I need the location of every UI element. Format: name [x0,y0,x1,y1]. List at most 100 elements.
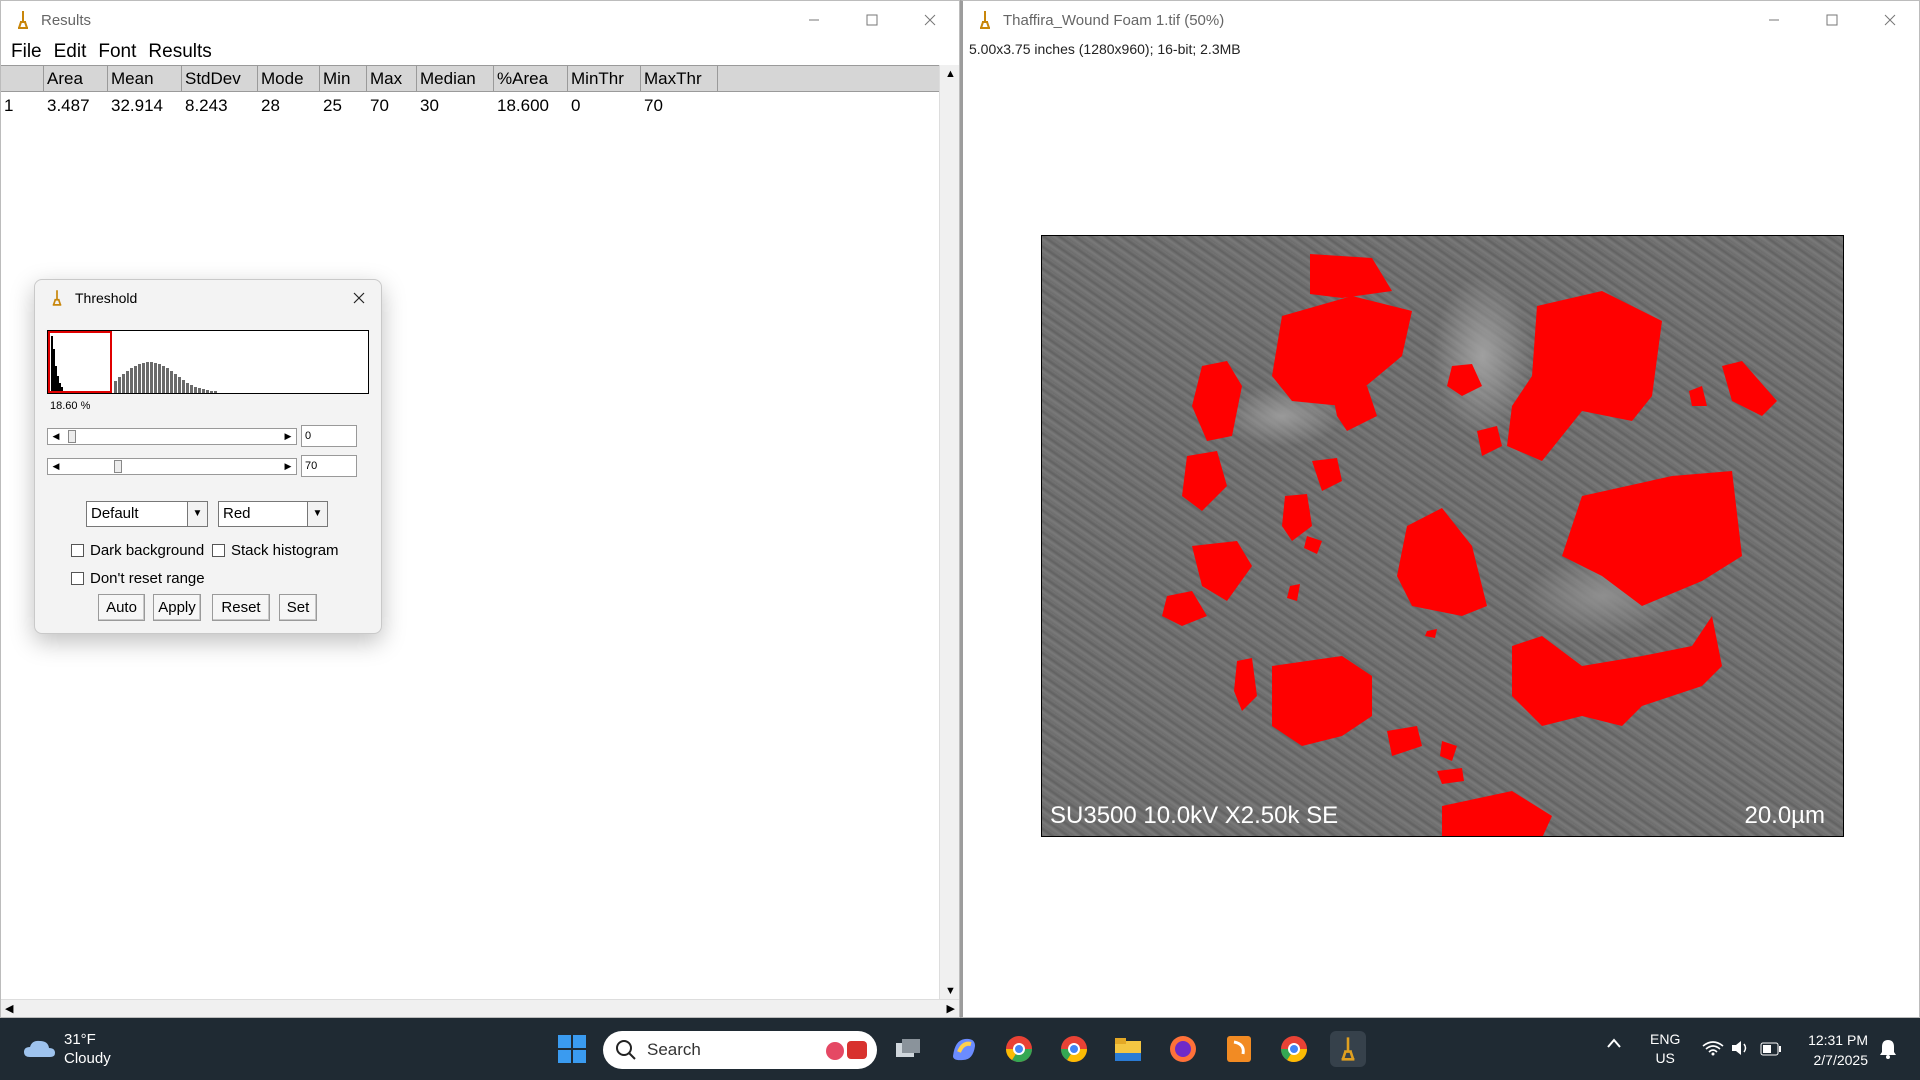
chrome-icon[interactable] [1056,1031,1092,1067]
maximize-icon[interactable] [843,1,901,39]
checkbox-label: Don't reset range [90,570,205,587]
taskbar: 31°F Cloudy Search ENG US 12:31 PM 2/7/2… [0,1018,1920,1080]
menu-results[interactable]: Results [142,41,217,63]
min-threshold-slider[interactable]: ◀ ▶ [47,428,297,445]
file-explorer-icon[interactable] [1110,1031,1146,1067]
column-header[interactable]: Max [367,66,417,91]
column-header[interactable]: Mean [108,66,182,91]
table-cell: 32.914 [111,96,163,115]
column-header[interactable]: %Area [494,66,568,91]
clock-date: 2/7/2025 [1813,1052,1869,1068]
chevron-down-icon[interactable]: ▼ [307,502,327,526]
imagej-icon [45,286,69,310]
table-header: Area Mean StdDev Mode Min Max Median %Ar… [1,65,939,92]
column-header[interactable]: Min [320,66,367,91]
slider-right-icon[interactable]: ▶ [280,429,296,444]
menu-edit[interactable]: Edit [48,41,93,63]
stack-histogram-checkbox[interactable]: Stack histogram [212,542,339,559]
table-row[interactable]: 1 3.487 32.914 8.243 28 25 70 30 18.600 … [1,92,939,120]
battery-icon[interactable] [1760,1042,1782,1059]
imagej-icon [11,8,35,32]
histogram[interactable] [47,330,369,394]
slider-left-icon[interactable]: ◀ [48,429,64,444]
close-icon[interactable] [901,1,959,39]
scroll-down-icon[interactable]: ▼ [945,985,956,997]
method-select-value: Default [91,505,139,522]
maximize-icon[interactable] [1803,1,1861,39]
taskbar-search[interactable]: Search [603,1031,877,1069]
minimize-icon[interactable] [785,1,843,39]
apply-button[interactable]: Apply [153,594,201,621]
menu-file[interactable]: File [5,41,48,63]
pdf-app-icon[interactable] [1221,1031,1257,1067]
close-icon[interactable] [345,284,373,312]
table-cell: 25 [323,96,342,115]
checkbox-box[interactable] [71,544,84,557]
threshold-titlebar[interactable]: Threshold [35,280,381,316]
slider-thumb[interactable] [114,460,122,473]
lang-text: ENG [1650,1031,1681,1047]
scroll-up-icon[interactable]: ▲ [945,68,956,80]
copilot-icon[interactable] [946,1031,982,1067]
column-header[interactable]: MinThr [568,66,641,91]
task-view-icon[interactable] [890,1031,926,1067]
language-indicator[interactable]: ENG US [1650,1030,1680,1068]
firefox-icon[interactable] [1165,1031,1201,1067]
weather-desc: Cloudy [64,1050,111,1067]
method-select[interactable]: Default ▼ [86,501,208,527]
image-window[interactable]: Thaffira_Wound Foam 1.tif (50%) 5.00x3.7… [960,0,1920,1018]
search-icon [616,1040,636,1060]
imagej-icon [973,8,997,32]
auto-button[interactable]: Auto [98,594,145,621]
minimize-icon[interactable] [1745,1,1803,39]
column-header[interactable]: Median [417,66,494,91]
table-cell: 70 [644,96,663,115]
imagej-icon[interactable] [1330,1031,1366,1067]
table-cell: 28 [261,96,280,115]
table-cell: 70 [370,96,389,115]
speaker-icon[interactable] [1730,1040,1750,1059]
set-button[interactable]: Set [279,594,317,621]
checkbox-box[interactable] [71,572,84,585]
max-threshold-slider[interactable]: ◀ ▶ [47,458,297,475]
dark-background-checkbox[interactable]: Dark background [71,542,204,559]
clock[interactable]: 12:31 PM 2/7/2025 [1808,1030,1868,1070]
dont-reset-range-checkbox[interactable]: Don't reset range [71,570,205,587]
chrome-dev-icon[interactable] [1001,1031,1037,1067]
scroll-right-icon[interactable]: ▶ [947,1002,955,1015]
results-titlebar[interactable]: Results [1,1,959,39]
chevron-down-icon[interactable]: ▼ [187,502,207,526]
slider-thumb[interactable] [68,430,76,443]
checkbox-box[interactable] [212,544,225,557]
column-header[interactable]: Mode [258,66,320,91]
column-header[interactable]: Area [44,66,108,91]
display-select[interactable]: Red ▼ [218,501,328,527]
slider-left-icon[interactable]: ◀ [48,459,64,474]
table-cell: 1 [4,96,14,115]
threshold-dialog[interactable]: Threshold 18.60 % ◀ ▶ 0 ◀ ▶ 70 Default ▼… [34,279,382,634]
start-icon[interactable] [554,1031,590,1067]
vertical-scrollbar[interactable]: ▲ ▼ [939,65,959,1000]
image-titlebar[interactable]: Thaffira_Wound Foam 1.tif (50%) [963,1,1919,39]
column-header[interactable]: StdDev [182,66,258,91]
reset-button[interactable]: Reset [212,594,270,621]
chevron-up-icon[interactable] [1606,1036,1622,1053]
menu-font[interactable]: Font [92,41,142,63]
notification-bell-icon[interactable] [1878,1038,1898,1063]
min-threshold-field[interactable]: 0 [301,425,357,447]
close-icon[interactable] [1861,1,1919,39]
horizontal-scrollbar[interactable]: ◀ ▶ [1,999,959,1017]
table-cell: 30 [420,96,439,115]
scroll-left-icon[interactable]: ◀ [5,1002,13,1015]
weather-widget[interactable]: 31°F Cloudy [22,1030,111,1068]
slider-right-icon[interactable]: ▶ [280,459,296,474]
max-threshold-field[interactable]: 70 [301,455,357,477]
table-cell: 0 [571,96,581,115]
chrome-canary-icon[interactable] [1276,1031,1312,1067]
column-header[interactable] [1,66,44,91]
column-header[interactable]: MaxThr [641,66,718,91]
weather-temp: 31°F [64,1031,96,1048]
sem-image-canvas[interactable]: SU3500 10.0kV X2.50k SE 20.0µm [1041,235,1844,837]
scale-bar-label: 20.0µm [1744,802,1825,829]
wifi-icon[interactable] [1702,1040,1724,1059]
